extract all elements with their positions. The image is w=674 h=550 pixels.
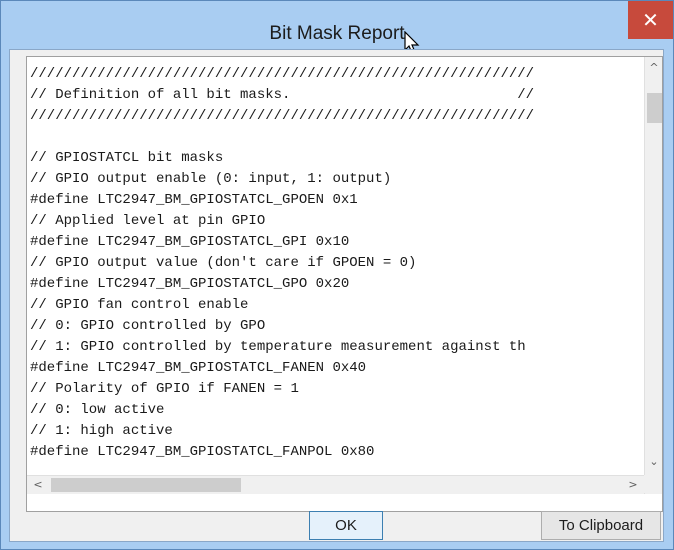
code-line: ////////////////////////////////////////… — [30, 66, 535, 82]
code-content: ////////////////////////////////////////… — [30, 64, 640, 485]
to-clipboard-button[interactable]: To Clipboard — [541, 511, 661, 540]
vertical-scrollbar[interactable]: ^ ⌄ — [644, 57, 662, 494]
code-line: #define LTC2947_BM_GPIOSTATCL_GPI 0x10 — [30, 234, 350, 250]
ok-button[interactable]: OK — [309, 511, 383, 540]
bit-mask-report-window: Bit Mask Report ✕ //////////////////////… — [0, 0, 674, 550]
code-line: #define LTC2947_BM_GPIOSTATCL_GPO 0x20 — [30, 276, 350, 292]
code-line: #define LTC2947_BM_GPIOSTATCL_FANPOL 0x8… — [30, 444, 375, 460]
code-line: ////////////////////////////////////////… — [30, 108, 535, 124]
code-line: // GPIO fan control enable — [30, 297, 249, 313]
code-line: // 1: high active — [30, 423, 173, 439]
vertical-scroll-thumb[interactable] — [647, 93, 662, 123]
scroll-down-icon[interactable]: ⌄ — [645, 453, 662, 471]
code-line: #define LTC2947_BM_GPIOSTATCL_GPOEN 0x1 — [30, 192, 358, 208]
code-line: // Definition of all bit masks. // — [30, 87, 535, 103]
scroll-right-icon[interactable]: > — [624, 476, 642, 494]
horizontal-scrollbar[interactable]: < > — [27, 475, 644, 494]
title-bar[interactable]: Bit Mask Report ✕ — [1, 1, 673, 54]
code-line: // 0: GPIO controlled by GPO — [30, 318, 266, 334]
code-line: // GPIOSTATCL bit masks — [30, 150, 224, 166]
code-line: // Polarity of GPIO if FANEN = 1 — [30, 381, 299, 397]
dialog-body: ////////////////////////////////////////… — [9, 49, 664, 542]
scrollbar-corner — [644, 475, 662, 493]
close-button[interactable]: ✕ — [628, 1, 673, 39]
report-text-area[interactable]: ////////////////////////////////////////… — [26, 56, 663, 512]
code-line: // Applied level at pin GPIO — [30, 213, 266, 229]
code-line: // 1: GPIO controlled by temperature mea… — [30, 339, 526, 355]
scroll-left-icon[interactable]: < — [29, 476, 47, 494]
window-title: Bit Mask Report — [269, 23, 405, 44]
code-line: // GPIO output value (don't care if GPOE… — [30, 255, 417, 271]
code-line: // GPIO output enable (0: input, 1: outp… — [30, 171, 392, 187]
code-line: #define LTC2947_BM_GPIOSTATCL_FANEN 0x40 — [30, 360, 367, 376]
code-line: // 0: low active — [30, 402, 165, 418]
horizontal-scroll-thumb[interactable] — [51, 478, 241, 492]
scroll-up-icon[interactable]: ^ — [645, 59, 662, 77]
